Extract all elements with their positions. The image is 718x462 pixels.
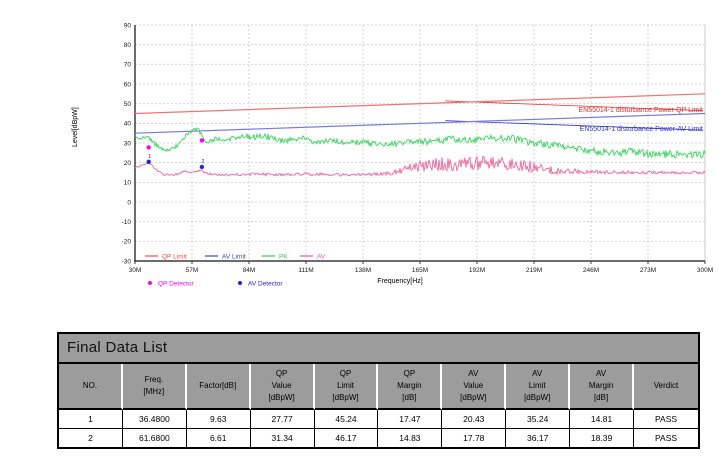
svg-text:10: 10 [124, 180, 132, 187]
svg-text:84M: 84M [243, 267, 256, 274]
svg-text:80: 80 [124, 42, 132, 49]
table-title-row: Final Data List [59, 334, 698, 364]
svg-text:AV: AV [317, 254, 326, 261]
svg-text:138M: 138M [355, 267, 371, 274]
svg-text:300M: 300M [697, 267, 713, 274]
chart-plot-canvas: 9080706050403020100-10-20-3030M 57M 84M 111… [122, 22, 714, 288]
svg-text:QP Limit: QP Limit [162, 254, 187, 261]
table-header-cell: QP Margin [dB] [378, 364, 443, 410]
table-cell: 45.24 [314, 410, 379, 429]
disturbance-power-chart: Level[dBpW] 90 80 70 60 50 40 30 20 10 0 -10 -20 -30… [0, 0, 718, 300]
table-row: 1 36.4800 9.63 27.77 45.24 17.47 20.43 35.24 14.… [59, 410, 698, 429]
svg-text:1: 1 [148, 154, 151, 160]
table-header-cell: AV Limit [dBpW] [506, 364, 571, 410]
svg-text:111M: 111M [298, 267, 313, 274]
svg-text:192M: 192M [469, 267, 485, 274]
table-header-cell: QP Value [dBpW] [250, 364, 315, 410]
table-cell: 35.24 [506, 410, 571, 429]
svg-text:273M: 273M [640, 267, 656, 274]
table-header-cell: Factor[dB] [186, 364, 251, 410]
svg-text:219M: 219M [526, 267, 542, 274]
table-cell: 18.39 [570, 429, 635, 447]
table-header-cell: NO. [59, 364, 123, 410]
svg-text:AV Detector: AV Detector [248, 281, 283, 288]
svg-text:165M: 165M [412, 267, 428, 274]
svg-text:2: 2 [202, 159, 205, 165]
svg-text:60: 60 [124, 81, 132, 88]
svg-text:30M: 30M [129, 267, 142, 274]
table-cell: 20.43 [442, 410, 507, 429]
table-cell: 36.4800 [122, 410, 187, 429]
table-cell: 36.17 [506, 429, 571, 447]
svg-text:PK: PK [279, 254, 288, 261]
svg-text:50: 50 [124, 101, 132, 108]
svg-text:20: 20 [124, 160, 132, 167]
table-header-cell: Verdict [634, 364, 698, 410]
table-cell: 9.63 [186, 410, 251, 429]
svg-text:QP Detector: QP Detector [158, 281, 194, 288]
table-header-cell: Freq. [MHz] [122, 364, 187, 410]
svg-text:57M: 57M [186, 267, 199, 274]
svg-text:246M: 246M [583, 267, 599, 274]
table-cell: 14.81 [570, 410, 635, 429]
table-cell: 61.6800 [122, 429, 187, 447]
table-cell: 31.34 [250, 429, 315, 447]
emc-report-page: Level[dBpW] 90 80 70 60 50 40 30 20 10 0 -10 -20 -30… [0, 0, 718, 462]
svg-text:-10: -10 [122, 219, 132, 226]
table-row: 2 61.6800 6.61 31.34 46.17 14.83 17.78 36.17 18.… [59, 429, 698, 447]
svg-text:AV Limit: AV Limit [222, 254, 246, 261]
table-title: Final Data List [59, 334, 698, 364]
svg-text:90: 90 [124, 22, 132, 29]
table-header-cell: QP Limit [dBpW] [314, 364, 379, 410]
svg-text:-20: -20 [122, 239, 132, 246]
svg-text:0: 0 [127, 199, 131, 206]
table-header-row: NO. Freq. [MHz] Factor[dB] QP Value [dBpW] Q… [59, 364, 698, 410]
table-cell: 2 [59, 429, 123, 447]
table-cell: 46.17 [314, 429, 379, 447]
table-cell: 17.78 [442, 429, 507, 447]
table-cell: 1 [59, 410, 123, 429]
svg-text:EN55014-1 disturbance Power-AV: EN55014-1 disturbance Power-AV Limit [580, 126, 703, 133]
verdict-cell: PASS [634, 429, 698, 447]
svg-text:30: 30 [124, 140, 132, 147]
svg-text:70: 70 [124, 62, 132, 69]
svg-text:EN55014-1 disturbance Power-QP: EN55014-1 disturbance Power-QP Limit [579, 107, 703, 114]
table-cell: 17.47 [378, 410, 443, 429]
final-data-table: Final Data List NO. Freq. [MHz] Factor[dB]… [57, 332, 700, 449]
table-cell: 14.83 [378, 429, 443, 447]
svg-text:-30: -30 [122, 258, 132, 265]
svg-text:40: 40 [124, 121, 132, 128]
table-header-cell: AV Value [dBpW] [442, 364, 507, 410]
table-header-cell: AV Margin [dB] [570, 364, 635, 410]
x-axis-label: Frequency[Hz] [377, 278, 423, 285]
verdict-cell: PASS [634, 410, 698, 429]
table-cell: 6.61 [186, 429, 251, 447]
table-cell: 27.77 [250, 410, 315, 429]
